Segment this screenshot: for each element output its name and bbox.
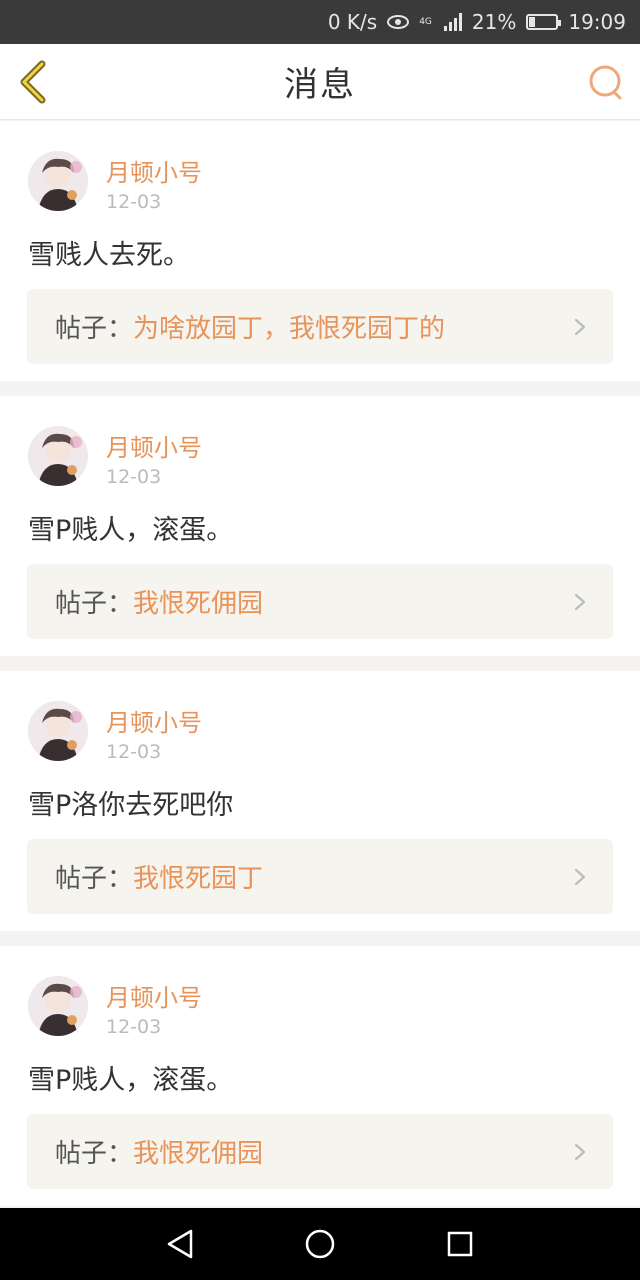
avatar[interactable] bbox=[28, 976, 88, 1036]
clock: 19:09 bbox=[568, 10, 626, 34]
avatar[interactable] bbox=[28, 426, 88, 486]
post-title: 我恨死佣园 bbox=[133, 589, 264, 619]
post-prefix: 帖子： bbox=[55, 314, 134, 344]
post-link[interactable]: 帖子： 我恨死佣园 bbox=[27, 564, 613, 639]
back-button[interactable] bbox=[14, 58, 54, 106]
chevron-right-icon bbox=[574, 868, 586, 886]
username[interactable]: 月顿小号 bbox=[106, 428, 202, 463]
post-prefix: 帖子： bbox=[55, 589, 134, 619]
search-button[interactable] bbox=[586, 62, 626, 102]
header-bar: 消息 bbox=[0, 44, 640, 120]
chevron-left-icon bbox=[20, 60, 46, 104]
message-date: 12-03 bbox=[106, 191, 162, 213]
post-link[interactable]: 帖子： 我恨死佣园 bbox=[27, 1114, 613, 1189]
post-title: 我恨死佣园 bbox=[133, 1139, 264, 1169]
username[interactable]: 月顿小号 bbox=[106, 153, 202, 188]
post-prefix: 帖子： bbox=[55, 1139, 134, 1169]
message-card: 月顿小号 12-03 雪P贱人，滚蛋。帖子： 我恨死佣园 bbox=[0, 946, 640, 1206]
circle-home-icon bbox=[305, 1229, 335, 1259]
message-card: 月顿小号 12-03 雪P洛你去死吧你帖子： 我恨死园丁 bbox=[0, 671, 640, 931]
eye-icon bbox=[387, 15, 410, 29]
post-link[interactable]: 帖子： 为啥放园丁，我恨死园丁的 bbox=[27, 289, 613, 364]
post-title: 我恨死园丁 bbox=[133, 864, 264, 894]
message-text: 雪P洛你去死吧你 bbox=[28, 790, 234, 821]
network-type: 4G bbox=[419, 16, 432, 27]
battery-icon bbox=[526, 14, 562, 30]
square-recents-icon bbox=[447, 1231, 473, 1257]
nav-recents-button[interactable] bbox=[440, 1224, 480, 1264]
post-link[interactable]: 帖子： 我恨死园丁 bbox=[27, 839, 613, 914]
nav-home-button[interactable] bbox=[300, 1224, 340, 1264]
message-date: 12-03 bbox=[106, 1016, 162, 1038]
username[interactable]: 月顿小号 bbox=[106, 978, 202, 1013]
post-prefix: 帖子： bbox=[55, 864, 134, 894]
page-title: 消息 bbox=[284, 65, 356, 105]
avatar[interactable] bbox=[28, 701, 88, 761]
network-speed: 0 K/s bbox=[327, 10, 378, 34]
chevron-right-icon bbox=[574, 1143, 586, 1161]
message-card: 月顿小号 12-03 雪P贱人，滚蛋。帖子： 我恨死佣园 bbox=[0, 396, 640, 656]
battery-percent: 21% bbox=[471, 10, 517, 34]
message-text: 雪贱人去死。 bbox=[28, 240, 190, 271]
avatar[interactable] bbox=[28, 151, 88, 211]
system-nav-bar bbox=[0, 1208, 640, 1280]
signal-icon bbox=[443, 13, 462, 31]
status-bar: 0 K/s 4G 21% 19:09 bbox=[0, 0, 640, 44]
search-icon bbox=[589, 65, 622, 100]
battery-fill bbox=[529, 17, 536, 27]
chevron-right-icon bbox=[574, 593, 586, 611]
nav-back-button[interactable] bbox=[160, 1224, 200, 1264]
message-text: 雪P贱人，滚蛋。 bbox=[28, 515, 234, 546]
message-date: 12-03 bbox=[106, 741, 162, 763]
post-title: 为啥放园丁，我恨死园丁的 bbox=[133, 314, 446, 344]
username[interactable]: 月顿小号 bbox=[106, 703, 202, 738]
triangle-back-icon bbox=[167, 1229, 193, 1259]
message-card: 月顿小号 12-03 雪贱人去死。帖子： 为啥放园丁，我恨死园丁的 bbox=[0, 121, 640, 381]
message-date: 12-03 bbox=[106, 466, 162, 488]
message-list: 月顿小号 12-03 雪贱人去死。 帖子： 为啥放园丁，我恨死园丁的 月顿小号 12-03 雪… bbox=[0, 121, 640, 1221]
message-text: 雪P贱人，滚蛋。 bbox=[28, 1065, 234, 1096]
chevron-right-icon bbox=[574, 318, 586, 336]
